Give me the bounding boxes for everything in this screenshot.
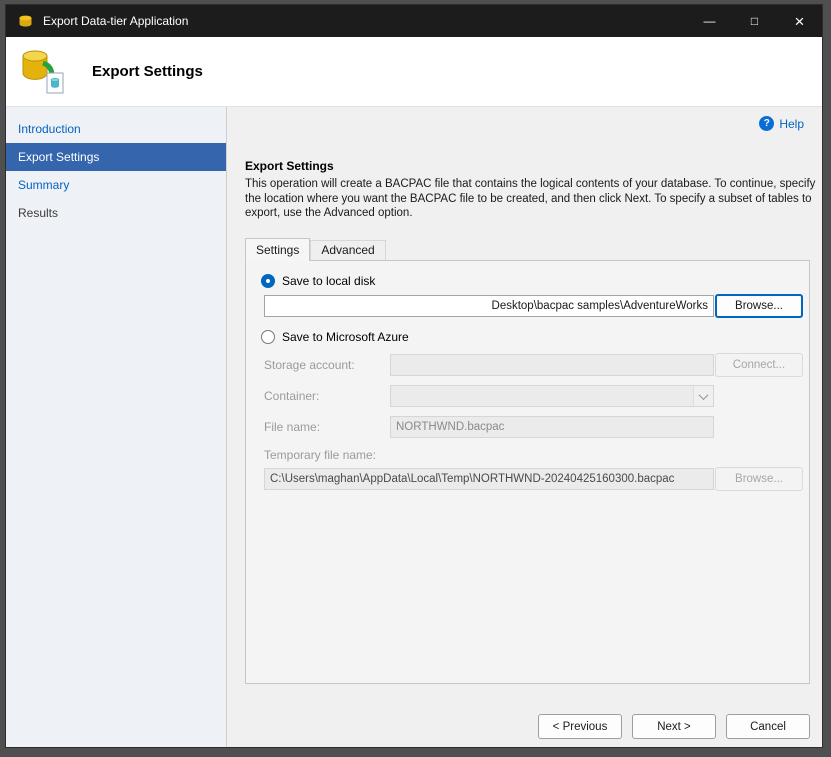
window-title: Export Data-tier Application bbox=[43, 14, 188, 28]
screen: Export Data-tier Application — □ × bbox=[0, 0, 831, 757]
radio-save-local-disk-label[interactable]: Save to local disk bbox=[282, 274, 375, 288]
radio-save-azure[interactable] bbox=[261, 330, 275, 344]
maximize-button[interactable]: □ bbox=[732, 5, 777, 37]
close-button[interactable]: × bbox=[777, 5, 822, 37]
local-path-input[interactable] bbox=[264, 295, 714, 317]
radio-save-azure-label[interactable]: Save to Microsoft Azure bbox=[282, 330, 409, 344]
wizard-steps-sidebar: Introduction Export Settings Summary Res… bbox=[6, 107, 227, 747]
wizard-header: Export Settings bbox=[6, 37, 822, 107]
section-description: This operation will create a BACPAC file… bbox=[245, 177, 823, 221]
temporary-file-input bbox=[264, 468, 714, 490]
connect-button: Connect... bbox=[715, 353, 803, 377]
export-database-icon bbox=[18, 47, 68, 100]
temporary-file-name-label: Temporary file name: bbox=[264, 448, 376, 462]
chevron-down-icon bbox=[699, 390, 709, 400]
page-title: Export Settings bbox=[92, 63, 203, 80]
export-dialog-window: Export Data-tier Application — □ × bbox=[5, 4, 823, 748]
sidebar-item-results: Results bbox=[6, 199, 226, 227]
container-label: Container: bbox=[264, 389, 319, 403]
sidebar-item-summary[interactable]: Summary bbox=[6, 171, 226, 199]
section-title: Export Settings bbox=[245, 159, 334, 173]
local-browse-button[interactable]: Browse... bbox=[715, 294, 803, 318]
help-link[interactable]: ? Help bbox=[759, 116, 804, 131]
storage-account-label: Storage account: bbox=[264, 358, 355, 372]
help-icon: ? bbox=[759, 116, 774, 131]
settings-tabstrip: Settings Advanced bbox=[245, 238, 386, 260]
settings-tab-panel: Save to local disk Browse... Save to Mic… bbox=[245, 260, 810, 684]
file-name-input bbox=[390, 416, 714, 438]
cancel-button[interactable]: Cancel bbox=[726, 714, 810, 739]
tab-advanced[interactable]: Advanced bbox=[310, 240, 385, 260]
main-panel: ? Help Export Settings This operation wi… bbox=[227, 107, 822, 747]
container-dropdown-button bbox=[693, 386, 713, 406]
sidebar-item-introduction[interactable]: Introduction bbox=[6, 115, 226, 143]
minimize-icon: — bbox=[704, 14, 716, 28]
radio-save-local-disk[interactable] bbox=[261, 274, 275, 288]
file-name-label: File name: bbox=[264, 420, 320, 434]
close-icon: × bbox=[795, 13, 805, 30]
storage-account-input bbox=[390, 354, 714, 376]
dialog-body: Introduction Export Settings Summary Res… bbox=[6, 107, 822, 747]
container-dropdown bbox=[390, 385, 714, 407]
minimize-button[interactable]: — bbox=[687, 5, 732, 37]
next-button[interactable]: Next > bbox=[632, 714, 716, 739]
title-bar: Export Data-tier Application — □ × bbox=[6, 5, 822, 37]
sidebar-item-export-settings[interactable]: Export Settings bbox=[6, 143, 226, 171]
maximize-icon: □ bbox=[751, 14, 758, 28]
temporary-browse-button: Browse... bbox=[715, 467, 803, 491]
help-label: Help bbox=[779, 117, 804, 131]
tab-settings[interactable]: Settings bbox=[245, 238, 310, 261]
wizard-footer: < Previous Next > Cancel bbox=[538, 714, 810, 739]
previous-button[interactable]: < Previous bbox=[538, 714, 622, 739]
app-icon bbox=[18, 14, 33, 29]
